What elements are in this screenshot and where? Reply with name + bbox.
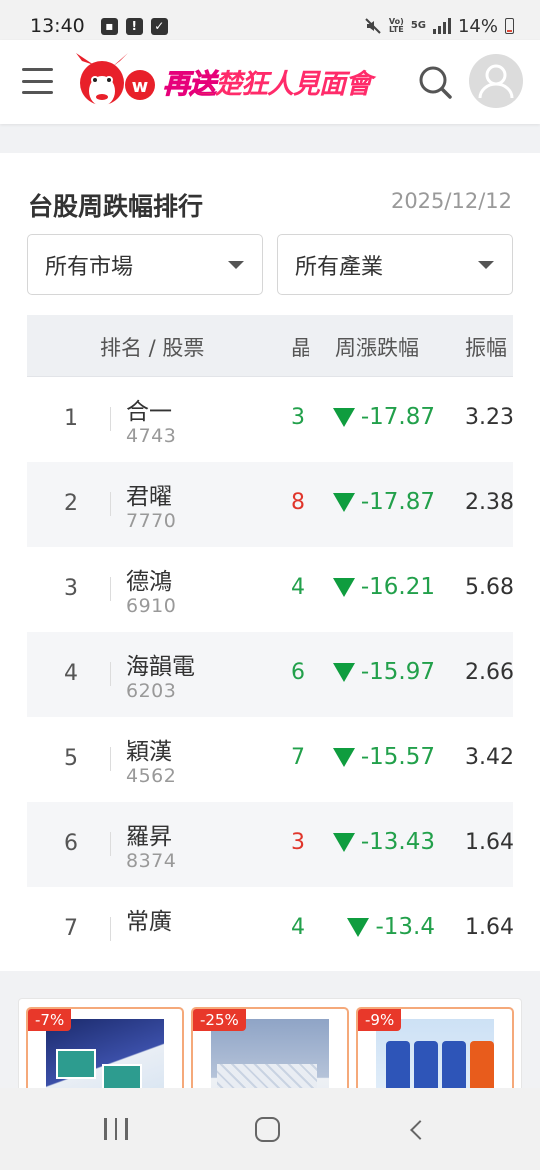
- amplitude-value: 5.68: [465, 575, 513, 600]
- checkbox-icon: ✓: [150, 17, 168, 35]
- stock-code: 8374: [126, 850, 177, 872]
- weekly-change: -15.57: [332, 744, 435, 770]
- ranking-card: 台股周跌幅排行 2025/12/12 所有市場 所有產業 排名 / 股票 晶 周…: [0, 153, 540, 971]
- weekly-change: -13.4: [347, 914, 435, 940]
- stock-code: 4562: [126, 765, 177, 787]
- battery-icon: [505, 18, 514, 34]
- count-value: 7: [291, 745, 305, 770]
- table-row[interactable]: 6 羅昇 8374 3 -13.43 1.64: [27, 802, 513, 887]
- back-icon[interactable]: [410, 1120, 430, 1140]
- down-arrow-icon: [332, 832, 355, 852]
- svg-text:w: w: [132, 76, 149, 97]
- clock: 13:40: [30, 15, 85, 37]
- chevron-down-icon: [228, 261, 244, 269]
- gallery-icon: ▪: [100, 17, 118, 35]
- down-arrow-icon: [332, 492, 355, 512]
- ranking-table[interactable]: 排名 / 股票 晶 周漲跌幅 振幅 1 合一 4743 3 -17.87 3.2…: [27, 315, 513, 945]
- battery-percent: 14%: [457, 15, 498, 37]
- section-date: 2025/12/12: [390, 189, 512, 213]
- down-arrow-icon: [332, 747, 355, 767]
- stock-code: 6203: [126, 680, 177, 702]
- table-row[interactable]: 4 海韻電 6203 6 -15.97 2.66: [27, 632, 513, 717]
- table-row[interactable]: 7 常廣 4 -13.4 1.64: [27, 887, 513, 945]
- down-arrow-icon: [347, 917, 370, 937]
- stock-name[interactable]: 羅昇: [126, 817, 172, 851]
- table-header: 排名 / 股票 晶 周漲跌幅 振幅: [27, 315, 513, 377]
- count-value: 6: [291, 660, 305, 685]
- weekly-change: -17.87: [332, 489, 435, 515]
- count-value: 3: [291, 405, 305, 430]
- signal-icon: [432, 18, 451, 34]
- down-arrow-icon: [332, 662, 355, 682]
- count-value: 3: [291, 830, 305, 855]
- table-row[interactable]: 1 合一 4743 3 -17.87 3.23: [27, 377, 513, 462]
- app-header: w 再送楚狂人見面會: [0, 40, 540, 124]
- header-partial[interactable]: 晶: [291, 332, 309, 362]
- header-weekly-change[interactable]: 周漲跌幅: [335, 332, 419, 362]
- table-row[interactable]: 3 德鴻 6910 4 -16.21 5.68: [27, 547, 513, 632]
- mute-icon: [365, 18, 381, 34]
- home-icon[interactable]: [255, 1117, 280, 1142]
- count-value: 4: [291, 915, 305, 940]
- down-arrow-icon: [332, 407, 355, 427]
- market-dropdown-label: 所有市場: [45, 254, 134, 280]
- menu-icon[interactable]: [22, 68, 53, 94]
- weekly-change: -17.87: [332, 404, 435, 430]
- header-rank-stock[interactable]: 排名 / 股票: [100, 332, 204, 362]
- industry-dropdown-label: 所有產業: [295, 254, 384, 280]
- stock-name[interactable]: 常廣: [126, 902, 172, 936]
- alert-icon: !: [125, 17, 143, 35]
- stock-code: 4743: [126, 425, 177, 447]
- header-amplitude[interactable]: 振幅: [465, 332, 507, 362]
- network-label: 5G: [410, 20, 426, 31]
- user-icon: [478, 64, 514, 99]
- down-arrow-icon: [332, 577, 355, 597]
- discount-badge: -7%: [28, 1009, 72, 1031]
- stock-code: 7770: [126, 510, 177, 532]
- search-icon[interactable]: [417, 64, 453, 100]
- table-row[interactable]: 5 穎漢 4562 7 -15.57 3.42: [27, 717, 513, 802]
- avatar[interactable]: [469, 54, 523, 108]
- recent-apps-icon[interactable]: [104, 1118, 128, 1140]
- weekly-change: -15.97: [332, 659, 435, 685]
- weekly-change: -16.21: [332, 574, 435, 600]
- amplitude-value: 2.38: [465, 490, 513, 515]
- amplitude-value: 3.23: [465, 405, 513, 430]
- volte-icon: Vo) LTE: [388, 17, 404, 34]
- stock-name[interactable]: 合一: [126, 392, 172, 426]
- amplitude-value: 1.64: [465, 915, 513, 940]
- notification-icons: ▪ ! ✓: [100, 17, 168, 35]
- section-title: 台股周跌幅排行: [28, 192, 204, 221]
- chevron-down-icon: [478, 261, 494, 269]
- stock-name[interactable]: 德鴻: [126, 562, 172, 596]
- stock-name[interactable]: 海韻電: [126, 647, 195, 681]
- system-nav-bar: [0, 1088, 540, 1170]
- count-value: 8: [291, 490, 305, 515]
- count-value: 4: [291, 575, 305, 600]
- amplitude-value: 2.66: [465, 660, 513, 685]
- amplitude-value: 1.64: [465, 830, 513, 855]
- amplitude-value: 3.42: [465, 745, 513, 770]
- promo-slogan[interactable]: 再送楚狂人見面會: [163, 62, 373, 101]
- table-row[interactable]: 2 君曜 7770 8 -17.87 2.38: [27, 462, 513, 547]
- stock-code: 6910: [126, 595, 177, 617]
- industry-dropdown[interactable]: 所有產業: [277, 234, 513, 295]
- stock-name[interactable]: 君曜: [126, 477, 172, 511]
- market-dropdown[interactable]: 所有市場: [27, 234, 263, 295]
- discount-badge: -9%: [358, 1009, 402, 1031]
- weekly-change: -13.43: [332, 829, 435, 855]
- cmoney-logo[interactable]: w: [72, 53, 157, 115]
- discount-badge: -25%: [193, 1009, 246, 1031]
- stock-name[interactable]: 穎漢: [126, 732, 172, 766]
